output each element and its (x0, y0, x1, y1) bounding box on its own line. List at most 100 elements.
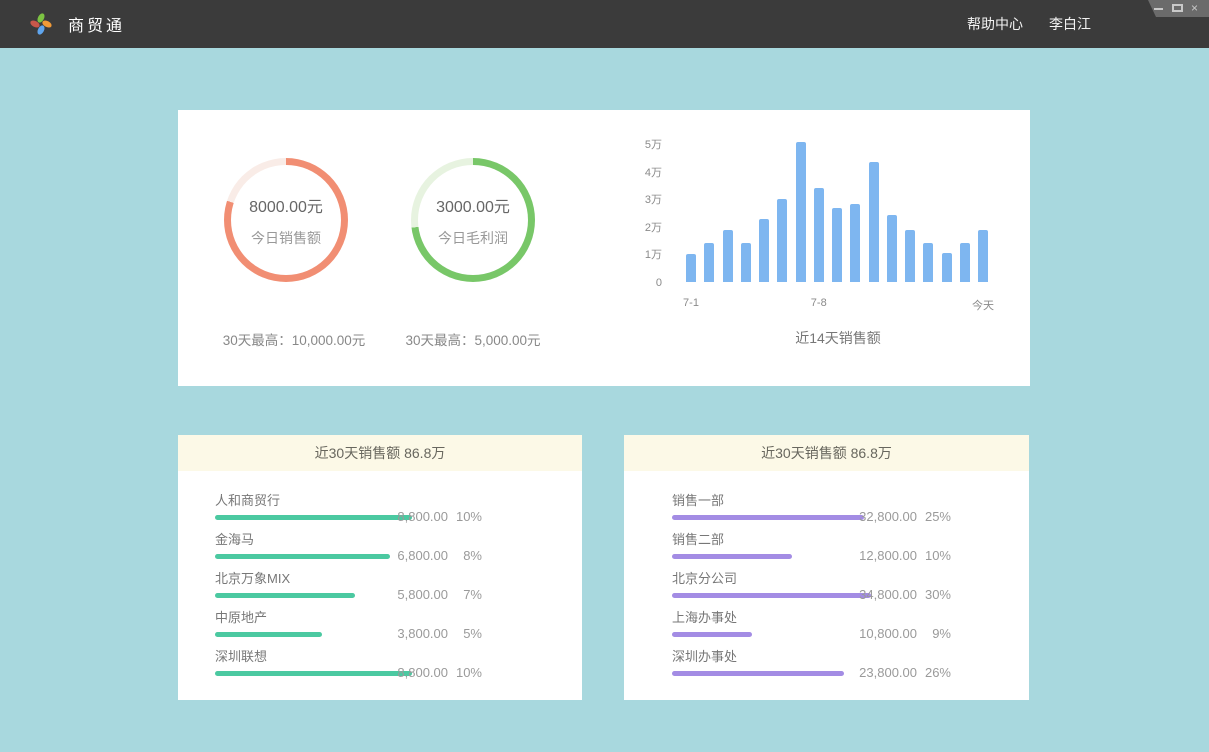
rank-row-values: 8,800.0010% (376, 665, 482, 680)
rank-row-label: 中原地产 (215, 607, 532, 626)
department-rank-row: 上海办事处10,800.009% (672, 607, 990, 646)
today-overview-card: 8000.00元 今日销售额 3000.00元 今日毛利润 30天最高：10,0… (178, 110, 1030, 386)
rank-row-percent: 5% (448, 626, 482, 641)
y-axis-tick: 3万 (612, 193, 662, 207)
user-name-link[interactable]: 李白江 (1049, 14, 1091, 34)
rank-row-amount: 6,800.00 (376, 548, 448, 563)
rank-row-percent: 10% (448, 665, 482, 680)
department-rank-row: 北京分公司34,800.0030% (672, 568, 990, 607)
daily-sales-bar (887, 215, 897, 282)
rank-row-values: 3,800.005% (376, 626, 482, 641)
rank-row-amount: 12,800.00 (845, 548, 917, 563)
rank-row-label: 北京万象MIX (215, 568, 532, 587)
rank-row-amount: 32,800.00 (845, 509, 917, 524)
daily-sales-bar (777, 199, 787, 282)
daily-sales-bar (796, 142, 806, 282)
rank-row-values: 32,800.0025% (845, 509, 951, 524)
rank-row-bar (672, 593, 871, 598)
rank-row-amount: 34,800.00 (845, 587, 917, 602)
daily-sales-bar (759, 219, 769, 282)
daily-sales-bar (832, 208, 842, 282)
customer-rank-row: 金海马6,800.008% (215, 529, 532, 568)
department-rank-card: 近30天销售额 86.8万 销售一部32,800.0025%销售二部12,800… (624, 435, 1029, 700)
rank-row-amount: 5,800.00 (376, 587, 448, 602)
rank-row-bar (672, 515, 864, 520)
customer-rank-title: 近30天销售额 86.8万 (178, 435, 582, 471)
daily-sales-bar (704, 243, 714, 282)
daily-sales-plot (686, 140, 990, 282)
daily-sales-bar (978, 230, 988, 282)
y-axis-tick: 2万 (612, 221, 662, 235)
y-axis-tick: 1万 (612, 248, 662, 262)
rank-row-label: 上海办事处 (672, 607, 990, 626)
rank-row-label: 金海马 (215, 529, 532, 548)
department-rank-row: 深圳办事处23,800.0026% (672, 646, 990, 685)
rank-row-label: 深圳联想 (215, 646, 532, 665)
minimize-icon[interactable] (1153, 3, 1164, 14)
rank-row-bar (672, 671, 844, 676)
rank-row-percent: 10% (448, 509, 482, 524)
rank-row-values: 34,800.0030% (845, 587, 951, 602)
rank-row-label: 深圳办事处 (672, 646, 990, 665)
daily-sales-bar (741, 243, 751, 282)
rank-row-bar (672, 632, 752, 637)
daily-sales-bar (723, 230, 733, 282)
rank-row-values: 23,800.0026% (845, 665, 951, 680)
daily-sales-bar (869, 162, 879, 282)
maximize-icon[interactable] (1172, 3, 1183, 14)
daily-sales-bar (923, 243, 933, 282)
customer-rank-row: 中原地产3,800.005% (215, 607, 532, 646)
rank-row-bar (215, 632, 322, 637)
rank-row-bar (215, 554, 390, 559)
daily-sales-bar (686, 254, 696, 282)
window-controls: × (1148, 0, 1209, 17)
rank-row-label: 销售二部 (672, 529, 990, 548)
rank-row-values: 12,800.0010% (845, 548, 951, 563)
close-icon[interactable]: × (1191, 3, 1202, 14)
titlebar: 商贸通 帮助中心 李白江 × (0, 0, 1209, 48)
rank-row-amount: 8,800.00 (376, 665, 448, 680)
daily-sales-chart: 近14天销售额 5万 4万 3万 2万 1万 0 7-1 7-8 今天 (178, 110, 1030, 386)
daily-chart-title: 近14天销售额 (686, 328, 990, 348)
rank-row-amount: 23,800.00 (845, 665, 917, 680)
x-axis-tick: 7-1 (683, 297, 699, 309)
rank-row-amount: 10,800.00 (845, 626, 917, 641)
rank-row-percent: 26% (917, 665, 951, 680)
rank-row-values: 8,800.0010% (376, 509, 482, 524)
rank-row-amount: 8,800.00 (376, 509, 448, 524)
daily-sales-bar (814, 188, 824, 282)
rank-row-percent: 7% (448, 587, 482, 602)
rank-row-values: 10,800.009% (845, 626, 951, 641)
y-axis-tick: 4万 (612, 166, 662, 180)
department-rank-title: 近30天销售额 86.8万 (624, 435, 1029, 471)
rank-row-percent: 25% (917, 509, 951, 524)
app-window: 商贸通 帮助中心 李白江 × 8000.00元 今日销售额 3000.00元 今… (0, 0, 1209, 752)
help-center-link[interactable]: 帮助中心 (967, 14, 1023, 34)
rank-row-percent: 10% (917, 548, 951, 563)
customer-rank-row: 北京万象MIX5,800.007% (215, 568, 532, 607)
rank-row-bar (672, 554, 792, 559)
y-axis-tick: 5万 (612, 138, 662, 152)
customer-rank-card: 近30天销售额 86.8万 人和商贸行8,800.0010%金海马6,800.0… (178, 435, 582, 700)
daily-sales-bar (960, 243, 970, 282)
rank-row-label: 销售一部 (672, 490, 990, 509)
daily-sales-bar (905, 230, 915, 282)
rank-row-values: 6,800.008% (376, 548, 482, 563)
rank-row-percent: 8% (448, 548, 482, 563)
daily-sales-bar (942, 253, 952, 282)
department-rank-list: 销售一部32,800.0025%销售二部12,800.0010%北京分公司34,… (624, 471, 1029, 685)
x-axis-tick: 今天 (972, 297, 994, 313)
pinwheel-icon (29, 12, 53, 36)
daily-sales-bar (850, 204, 860, 282)
rank-row-percent: 30% (917, 587, 951, 602)
rank-row-amount: 3,800.00 (376, 626, 448, 641)
y-axis-tick: 0 (612, 276, 662, 290)
x-axis-tick: 7-8 (811, 297, 827, 309)
customer-rank-row: 人和商贸行8,800.0010% (215, 490, 532, 529)
rank-row-values: 5,800.007% (376, 587, 482, 602)
customer-rank-row: 深圳联想8,800.0010% (215, 646, 532, 685)
customer-rank-list: 人和商贸行8,800.0010%金海马6,800.008%北京万象MIX5,80… (178, 471, 582, 685)
app-title: 商贸通 (68, 12, 125, 36)
rank-row-percent: 9% (917, 626, 951, 641)
department-rank-row: 销售一部32,800.0025% (672, 490, 990, 529)
